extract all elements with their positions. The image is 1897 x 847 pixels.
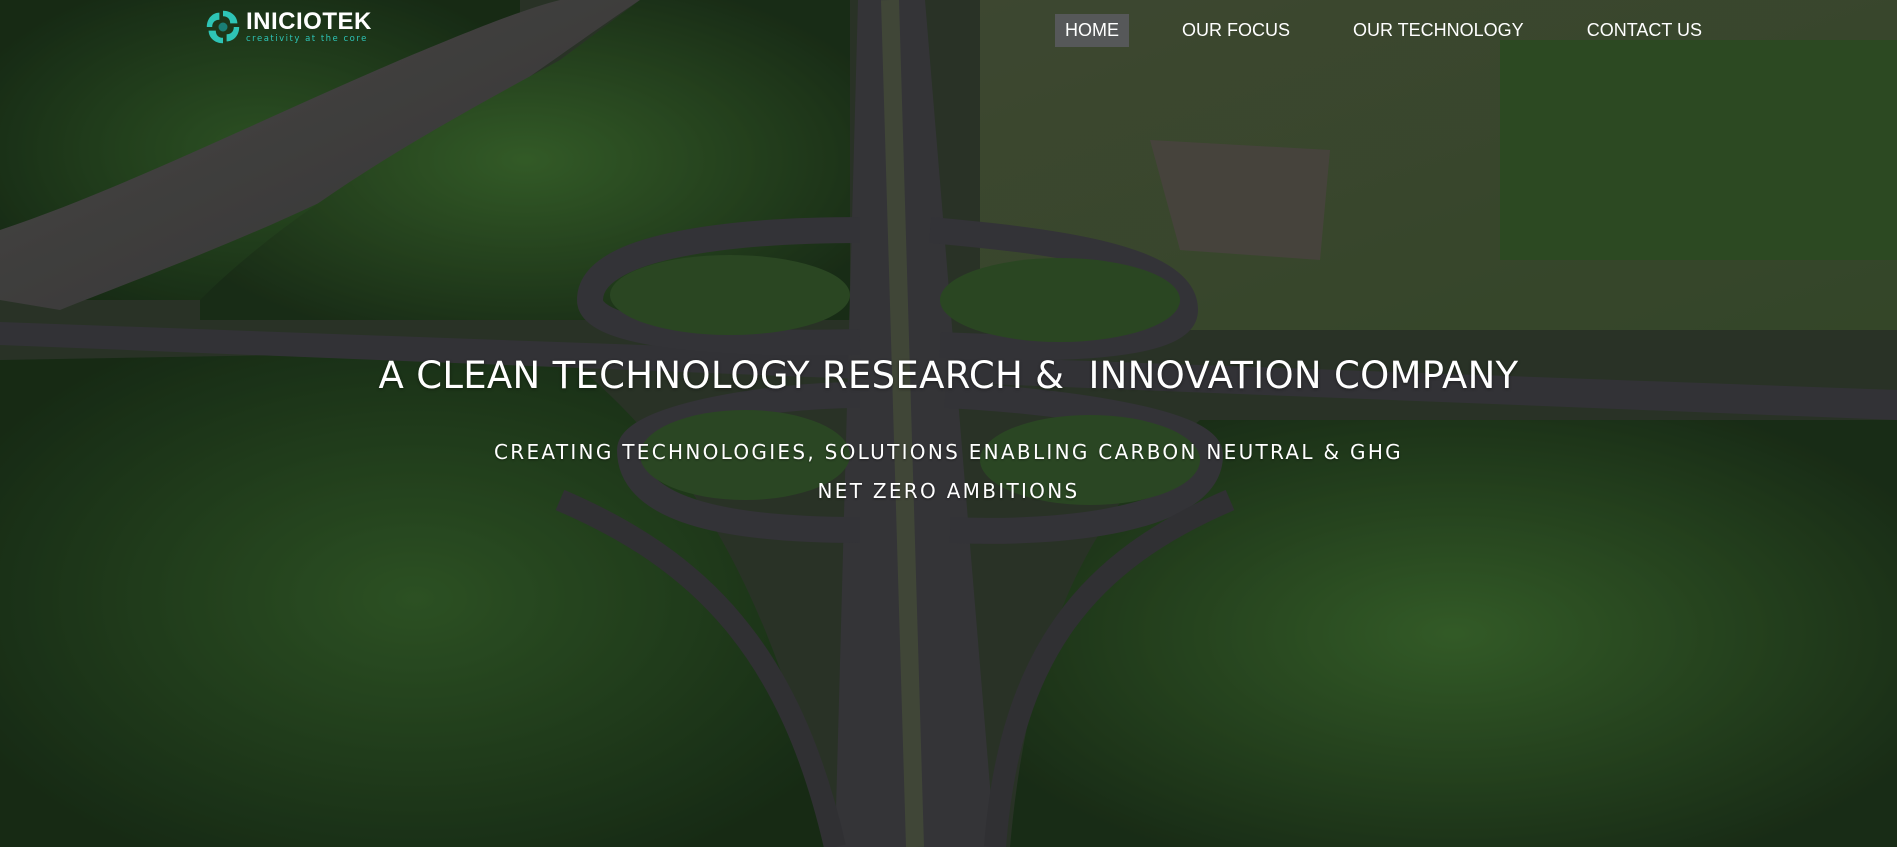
main-nav: HOME OUR FOCUS OUR TECHNOLOGY CONTACT US	[1055, 14, 1712, 47]
hero-section: INICIOTEK creativity at the core HOME OU…	[0, 0, 1897, 847]
brand-name: INICIOTEK	[246, 8, 372, 36]
hero-subline-2: NET ZERO AMBITIONS	[817, 479, 1080, 503]
hero-headline: A CLEAN TECHNOLOGY RESEARCH & INNOVATION…	[378, 354, 1519, 397]
logo-link[interactable]: INICIOTEK creativity at the core	[205, 7, 372, 47]
nav-item-our-technology[interactable]: OUR TECHNOLOGY	[1343, 14, 1534, 47]
swirl-logo-icon	[206, 10, 240, 44]
hero-subline-1: CREATING TECHNOLOGIES, SOLUTIONS ENABLIN…	[494, 440, 1403, 464]
nav-item-contact-us[interactable]: CONTACT US	[1577, 14, 1712, 47]
site-header: INICIOTEK creativity at the core HOME OU…	[0, 0, 1897, 60]
dark-overlay	[0, 0, 1897, 847]
nav-item-home[interactable]: HOME	[1055, 14, 1129, 47]
brand-tagline: creativity at the core	[246, 34, 368, 45]
nav-item-our-focus[interactable]: OUR FOCUS	[1172, 14, 1300, 47]
